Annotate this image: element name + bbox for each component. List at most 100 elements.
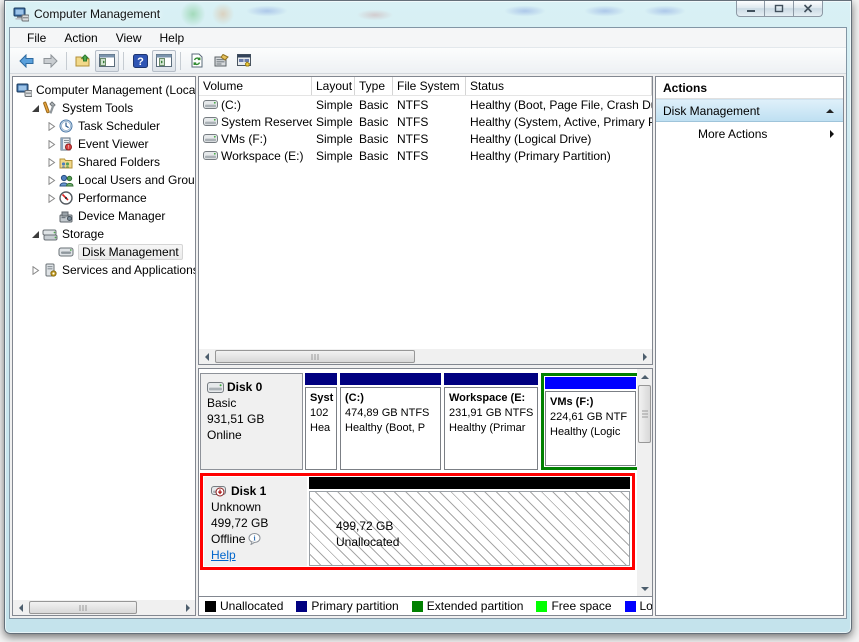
partition-c[interactable]: (C:) 474,89 GB NTFS Healthy (Boot, P bbox=[340, 373, 441, 470]
volume-row[interactable]: Workspace (E:) Simple Basic NTFS Healthy… bbox=[199, 147, 652, 164]
tree-item-device-manager[interactable]: Device Manager bbox=[13, 207, 195, 225]
disk-name: Disk 1 bbox=[231, 483, 266, 499]
scroll-left-icon[interactable] bbox=[13, 600, 28, 615]
toolbar-separator bbox=[66, 52, 67, 70]
tree-item-system-tools[interactable]: System Tools bbox=[13, 99, 195, 117]
scrollbar-thumb[interactable] bbox=[638, 385, 651, 443]
help-link[interactable]: Help bbox=[211, 548, 236, 562]
collapsed-twisty-icon[interactable] bbox=[30, 266, 40, 275]
toolbar-separator bbox=[180, 52, 181, 70]
partition-system-reserved[interactable]: Syst 102 Hea bbox=[305, 373, 337, 470]
collapsed-twisty-icon[interactable] bbox=[46, 176, 56, 185]
scroll-right-icon[interactable] bbox=[180, 600, 195, 615]
disk0-row[interactable]: Disk 0 Basic 931,51 GB Online bbox=[200, 373, 635, 470]
column-header-status[interactable]: Status bbox=[466, 77, 652, 95]
volume-row[interactable]: (C:) Simple Basic NTFS Healthy (Boot, Pa… bbox=[199, 96, 652, 113]
column-header-type[interactable]: Type bbox=[355, 77, 393, 95]
volume-type: Basic bbox=[355, 132, 393, 146]
column-header-volume[interactable]: Volume bbox=[199, 77, 312, 95]
unallocated-size: 499,72 GB bbox=[336, 518, 629, 534]
collapsed-twisty-icon[interactable] bbox=[46, 140, 56, 149]
volume-layout: Simple bbox=[312, 115, 355, 129]
collapse-group-icon[interactable] bbox=[826, 109, 834, 113]
titlebar: Computer Management bbox=[9, 1, 847, 27]
disk1-unallocated[interactable]: 499,72 GB Unallocated bbox=[307, 477, 630, 566]
disk0-header[interactable]: Disk 0 Basic 931,51 GB Online bbox=[200, 373, 303, 470]
scroll-up-icon[interactable] bbox=[637, 369, 652, 384]
menu-help[interactable]: Help bbox=[151, 29, 194, 47]
actions-header: Actions bbox=[656, 77, 843, 99]
actions-group-disk-management[interactable]: Disk Management bbox=[656, 99, 843, 122]
scroll-down-icon[interactable] bbox=[637, 581, 652, 596]
disk-vertical-scrollbar[interactable] bbox=[637, 369, 652, 596]
volume-row[interactable]: VMs (F:) Simple Basic NTFS Healthy (Logi… bbox=[199, 130, 652, 147]
legend-label: Free space bbox=[551, 599, 611, 613]
more-actions-item[interactable]: More Actions bbox=[656, 122, 843, 146]
collapsed-twisty-icon[interactable] bbox=[46, 158, 56, 167]
free-space-swatch bbox=[536, 601, 547, 612]
collapsed-twisty-icon[interactable] bbox=[46, 194, 56, 203]
tree-item-label: Computer Management (Local bbox=[36, 83, 195, 97]
collapsed-twisty-icon[interactable] bbox=[46, 122, 56, 131]
disk1-row-highlighted[interactable]: Disk 1 Unknown 499,72 GB Offline i Help bbox=[200, 473, 635, 570]
tree-item-shared-folders[interactable]: Shared Folders bbox=[13, 153, 195, 171]
legend-item-extended: Extended partition bbox=[412, 599, 524, 613]
volume-layout: Simple bbox=[312, 132, 355, 146]
up-one-level-icon[interactable] bbox=[71, 50, 95, 72]
manage-console-icon[interactable] bbox=[233, 50, 257, 72]
menu-action[interactable]: Action bbox=[55, 29, 106, 47]
partition-name: VMs (F:) bbox=[550, 395, 633, 410]
tree-item-performance[interactable]: Performance bbox=[13, 189, 195, 207]
menu-view[interactable]: View bbox=[107, 29, 151, 47]
partition-workspace[interactable]: Workspace (E: 231,91 GB NTFS Healthy (Pr… bbox=[444, 373, 538, 470]
disk-status: Online bbox=[207, 427, 298, 443]
show-console-tree-icon[interactable] bbox=[95, 50, 119, 72]
scrollbar-thumb[interactable] bbox=[29, 601, 137, 614]
back-icon[interactable] bbox=[14, 50, 38, 72]
minimize-button[interactable] bbox=[736, 1, 765, 17]
tree-item-storage[interactable]: Storage bbox=[13, 225, 195, 243]
properties-icon[interactable] bbox=[209, 50, 233, 72]
menu-file[interactable]: File bbox=[18, 29, 55, 47]
disk-offline-icon bbox=[211, 486, 228, 497]
expanded-twisty-icon[interactable] bbox=[30, 230, 40, 239]
close-button[interactable] bbox=[794, 1, 823, 17]
forward-icon[interactable] bbox=[38, 50, 62, 72]
help-icon[interactable]: ? bbox=[128, 50, 152, 72]
scrollbar-thumb[interactable] bbox=[215, 350, 415, 363]
more-actions-label: More Actions bbox=[698, 127, 767, 141]
partition-vms-extended-selected[interactable]: VMs (F:) 224,61 GB NTF Healthy (Logic bbox=[541, 373, 637, 470]
scroll-left-icon[interactable] bbox=[199, 349, 214, 364]
tree-item-computer-management[interactable]: Computer Management (Local bbox=[13, 81, 195, 99]
tree-item-services-applications[interactable]: Services and Applications bbox=[13, 261, 195, 279]
volume-icon bbox=[203, 134, 218, 143]
computer-management-window: Computer Management File Action View Hel… bbox=[4, 0, 852, 634]
show-action-pane-icon[interactable] bbox=[152, 50, 176, 72]
tree-item-disk-management[interactable]: Disk Management bbox=[13, 243, 195, 261]
volume-layout: Simple bbox=[312, 149, 355, 163]
info-icon[interactable]: i bbox=[248, 533, 261, 545]
tree-horizontal-scrollbar[interactable] bbox=[13, 600, 195, 615]
volume-list-horizontal-scrollbar[interactable] bbox=[199, 349, 652, 364]
tree-item-local-users-groups[interactable]: Local Users and Groups bbox=[13, 171, 195, 189]
column-header-layout[interactable]: Layout bbox=[312, 77, 355, 95]
maximize-button[interactable] bbox=[765, 1, 794, 17]
partition-name: (C:) bbox=[345, 391, 438, 406]
unallocated-region[interactable]: 499,72 GB Unallocated bbox=[309, 491, 630, 566]
unallocated-bar bbox=[309, 477, 630, 489]
window-controls bbox=[736, 1, 823, 17]
partition-status: Healthy (Logic bbox=[550, 425, 633, 440]
partition-size: 474,89 GB NTFS bbox=[345, 406, 438, 421]
disk1-header[interactable]: Disk 1 Unknown 499,72 GB Offline i Help bbox=[204, 477, 307, 566]
volume-type: Basic bbox=[355, 115, 393, 129]
tree-item-event-viewer[interactable]: ! Event Viewer bbox=[13, 135, 195, 153]
svg-text:?: ? bbox=[137, 56, 144, 68]
column-header-file-system[interactable]: File System bbox=[393, 77, 466, 95]
expanded-twisty-icon[interactable] bbox=[30, 104, 40, 113]
disk-icon bbox=[207, 382, 224, 393]
scroll-right-icon[interactable] bbox=[637, 349, 652, 364]
volume-status: Healthy (System, Active, Primary P bbox=[466, 115, 652, 129]
tree-item-task-scheduler[interactable]: Task Scheduler bbox=[13, 117, 195, 135]
refresh-icon[interactable] bbox=[185, 50, 209, 72]
volume-row[interactable]: System Reserved Simple Basic NTFS Health… bbox=[199, 113, 652, 130]
